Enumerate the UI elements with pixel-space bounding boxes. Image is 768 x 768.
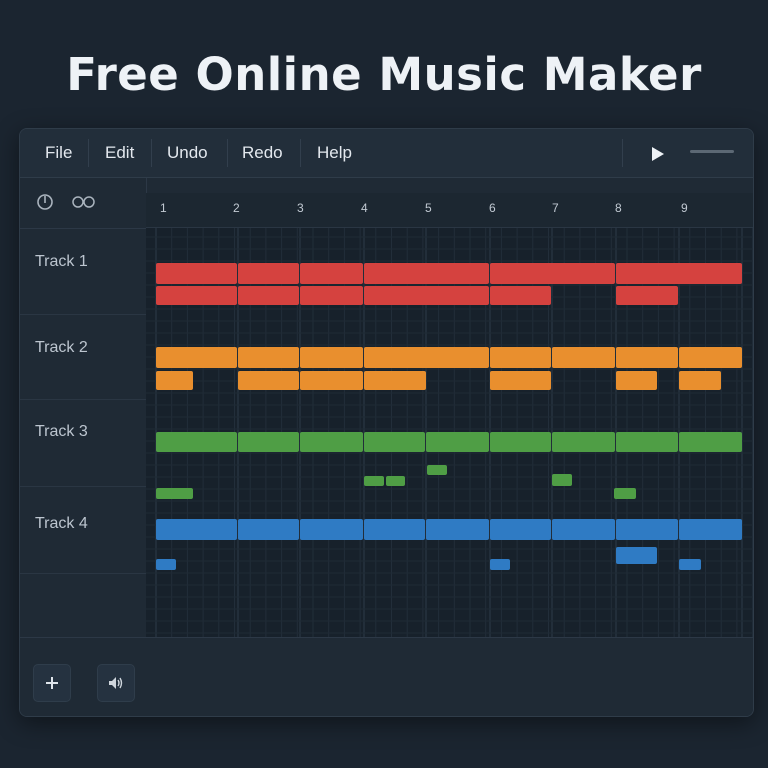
grid-lines xyxy=(146,193,753,637)
bar-number: 3 xyxy=(297,201,304,215)
note-block[interactable] xyxy=(156,347,237,368)
note-block[interactable] xyxy=(616,347,678,368)
note-block[interactable] xyxy=(616,432,678,452)
add-track-button[interactable] xyxy=(33,664,71,702)
track-sidebar: Track 1 Track 2 Track 3 Track 4 xyxy=(20,178,147,716)
menu-help[interactable]: Help xyxy=(301,129,368,177)
note-block[interactable] xyxy=(490,371,551,390)
note-block[interactable] xyxy=(679,432,742,452)
volume-button[interactable] xyxy=(97,664,135,702)
bar-number: 8 xyxy=(615,201,622,215)
note-block[interactable] xyxy=(616,263,742,284)
note-block[interactable] xyxy=(364,263,489,284)
menu-file[interactable]: File xyxy=(29,129,88,177)
note-block[interactable] xyxy=(156,286,237,305)
note-block[interactable] xyxy=(364,432,425,452)
plus-icon xyxy=(46,677,58,689)
note-block[interactable] xyxy=(552,432,615,452)
track-row-1[interactable]: Track 1 xyxy=(20,229,146,315)
note-block[interactable] xyxy=(490,347,551,368)
menu-undo[interactable]: Undo xyxy=(151,129,224,177)
track-row-4[interactable]: Track 4 xyxy=(20,487,146,574)
note-block[interactable] xyxy=(364,519,425,540)
note-block[interactable] xyxy=(679,559,701,570)
note-block[interactable] xyxy=(238,519,299,540)
menu-bar: File Edit Undo Redo Help xyxy=(20,129,753,178)
timeline-ruler[interactable]: 1 2 3 4 5 6 7 8 9 xyxy=(146,193,753,228)
note-block[interactable] xyxy=(364,476,384,486)
note-block[interactable] xyxy=(679,347,742,368)
bar-number: 4 xyxy=(361,201,368,215)
bar-number: 1 xyxy=(160,201,167,215)
note-block[interactable] xyxy=(156,488,193,499)
note-block[interactable] xyxy=(614,488,636,499)
note-block[interactable] xyxy=(427,465,447,475)
track-label-3: Track 3 xyxy=(35,423,88,440)
track-label-4: Track 4 xyxy=(35,515,88,532)
menu-divider xyxy=(622,139,623,167)
note-block[interactable] xyxy=(490,519,551,540)
note-block[interactable] xyxy=(490,263,615,284)
note-block[interactable] xyxy=(679,371,721,390)
note-block[interactable] xyxy=(300,519,363,540)
bar-number: 9 xyxy=(681,201,688,215)
note-block[interactable] xyxy=(386,476,405,486)
timeline-grid[interactable]: 1 2 3 4 5 6 7 8 9 xyxy=(146,193,753,637)
note-block[interactable] xyxy=(238,263,299,284)
note-block[interactable] xyxy=(552,474,572,486)
bar-number: 5 xyxy=(425,201,432,215)
note-block[interactable] xyxy=(238,286,299,305)
note-block[interactable] xyxy=(364,347,489,368)
play-icon xyxy=(652,147,664,161)
note-block[interactable] xyxy=(490,286,551,305)
metronome-icon[interactable] xyxy=(35,192,55,217)
page-headline: Free Online Music Maker xyxy=(66,48,702,101)
track-label-1: Track 1 xyxy=(35,253,88,270)
note-block[interactable] xyxy=(364,371,426,390)
note-block[interactable] xyxy=(238,347,299,368)
speaker-icon xyxy=(109,677,123,689)
bottom-toolbar xyxy=(20,637,753,716)
note-block[interactable] xyxy=(300,371,363,390)
note-block[interactable] xyxy=(238,371,299,390)
note-block[interactable] xyxy=(552,347,615,368)
note-block[interactable] xyxy=(156,371,193,390)
volume-slider[interactable] xyxy=(690,150,734,153)
note-block[interactable] xyxy=(156,432,237,452)
note-block[interactable] xyxy=(426,432,489,452)
note-block[interactable] xyxy=(300,347,363,368)
note-block[interactable] xyxy=(490,432,551,452)
note-block[interactable] xyxy=(300,286,363,305)
note-block[interactable] xyxy=(300,432,363,452)
bar-number: 6 xyxy=(489,201,496,215)
sidebar-tools xyxy=(20,178,146,229)
note-block[interactable] xyxy=(300,263,363,284)
bar-number: 2 xyxy=(233,201,240,215)
note-block[interactable] xyxy=(616,519,678,540)
track-row-3[interactable]: Track 3 xyxy=(20,400,146,487)
play-button[interactable] xyxy=(642,139,672,169)
track-row-2[interactable]: Track 2 xyxy=(20,315,146,400)
note-block[interactable] xyxy=(490,559,510,570)
loop-icon[interactable] xyxy=(70,192,98,217)
note-block[interactable] xyxy=(156,559,176,570)
bar-number: 7 xyxy=(552,201,559,215)
note-block[interactable] xyxy=(238,432,299,452)
note-block[interactable] xyxy=(156,263,237,284)
note-block[interactable] xyxy=(679,519,742,540)
note-block[interactable] xyxy=(552,519,615,540)
note-block[interactable] xyxy=(426,519,489,540)
menu-redo[interactable]: Redo xyxy=(226,129,299,177)
track-label-2: Track 2 xyxy=(35,339,88,356)
note-block[interactable] xyxy=(616,286,678,305)
menu-edit[interactable]: Edit xyxy=(89,129,150,177)
music-maker-window: File Edit Undo Redo Help Track 1 Track 2… xyxy=(19,128,754,717)
note-block[interactable] xyxy=(364,286,489,305)
note-block[interactable] xyxy=(616,547,657,564)
note-block[interactable] xyxy=(156,519,237,540)
note-block[interactable] xyxy=(616,371,657,390)
